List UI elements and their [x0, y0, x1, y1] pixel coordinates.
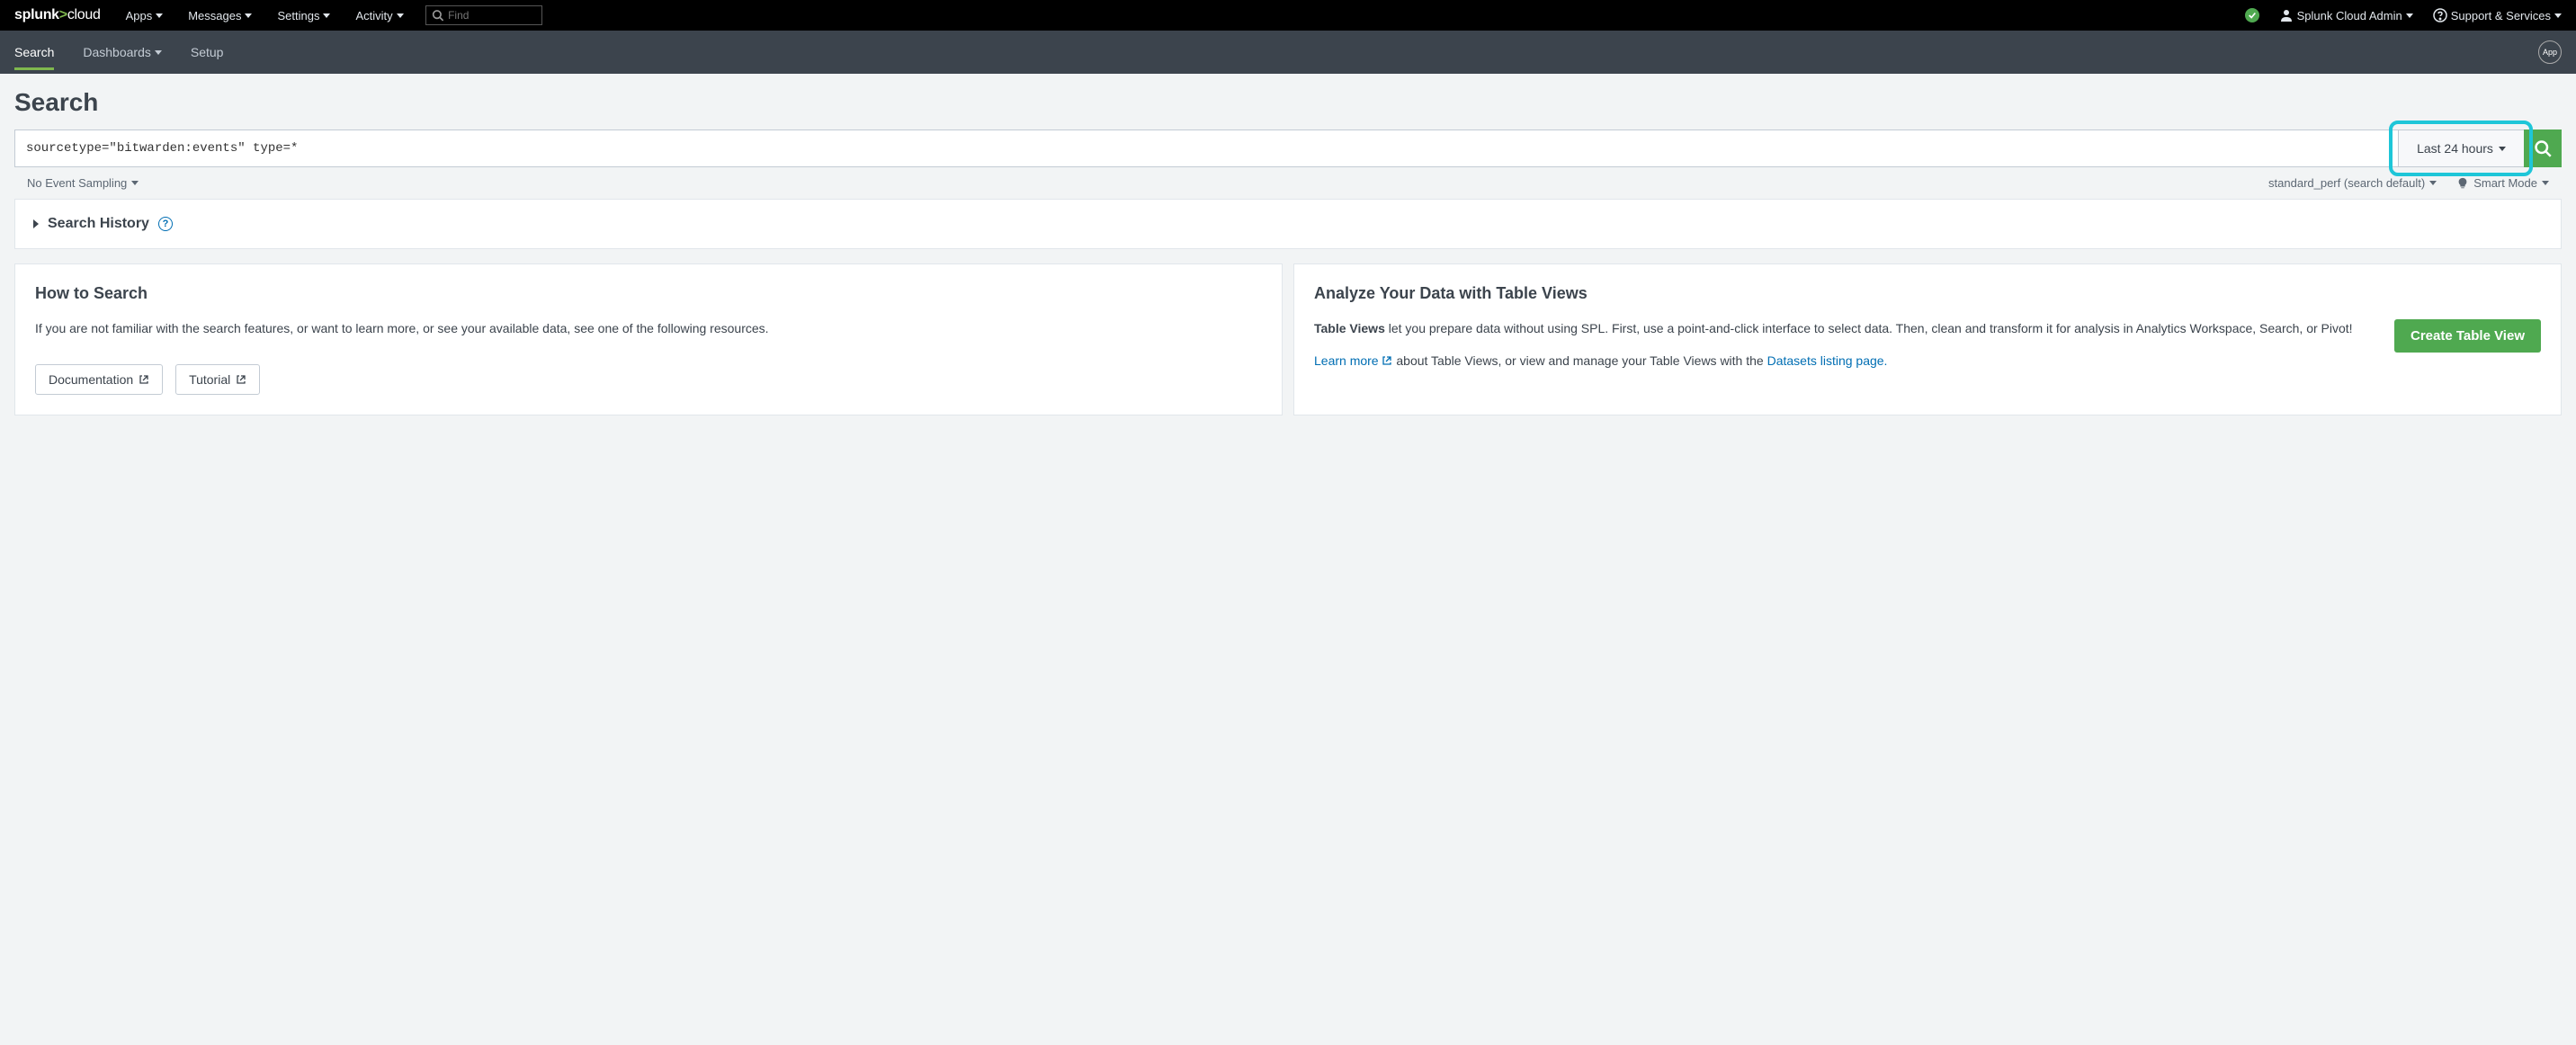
subnav-dashboards[interactable]: Dashboards	[83, 34, 162, 70]
datasets-link[interactable]: Datasets listing page.	[1767, 353, 1888, 368]
caret-down-icon	[2499, 147, 2506, 151]
nav-settings-label: Settings	[277, 9, 319, 22]
external-link-icon	[236, 374, 246, 385]
search-mode-dropdown[interactable]: Smart Mode	[2456, 176, 2549, 190]
search-query-input[interactable]: sourcetype="bitwarden:events" type=*	[14, 130, 2398, 167]
caret-down-icon	[155, 50, 162, 55]
table-views-title: Analyze Your Data with Table Views	[1314, 284, 2541, 303]
documentation-button[interactable]: Documentation	[35, 364, 163, 395]
logo-chevron: >	[59, 7, 67, 22]
search-history-title: Search History	[48, 216, 149, 232]
tutorial-button[interactable]: Tutorial	[175, 364, 260, 395]
caret-down-icon	[131, 181, 139, 185]
search-bar: sourcetype="bitwarden:events" type=* Las…	[14, 130, 2562, 167]
subnav-setup-label: Setup	[191, 45, 224, 59]
caret-down-icon	[323, 13, 330, 18]
caret-down-icon	[2554, 13, 2562, 18]
help-icon[interactable]: ?	[158, 217, 173, 231]
user-menu[interactable]: Splunk Cloud Admin	[2279, 8, 2413, 22]
how-to-search-card: How to Search If you are not familiar wi…	[14, 263, 1283, 415]
sub-bar: Search Dashboards Setup App	[0, 31, 2576, 74]
search-icon	[2534, 139, 2552, 157]
search-mode-label: Smart Mode	[2473, 176, 2537, 190]
nav-activity-label: Activity	[355, 9, 392, 22]
page-title: Search	[14, 88, 2562, 117]
nav-messages-label: Messages	[188, 9, 241, 22]
workload-label: standard_perf (search default)	[2268, 176, 2425, 190]
time-range-dropdown[interactable]: Last 24 hours	[2398, 130, 2524, 167]
top-nav: Apps Messages Settings Activity	[126, 9, 404, 22]
subnav-search[interactable]: Search	[14, 34, 54, 70]
search-history-card[interactable]: Search History ?	[14, 199, 2562, 249]
subnav-setup[interactable]: Setup	[191, 34, 224, 70]
subnav-search-label: Search	[14, 45, 54, 59]
table-views-bold: Table Views	[1314, 321, 1385, 335]
table-views-body1: Table Views let you prepare data without…	[1314, 319, 2376, 339]
find-input[interactable]	[448, 9, 536, 22]
table-views-card: Analyze Your Data with Table Views Table…	[1293, 263, 2562, 415]
topbar-right: Splunk Cloud Admin Support & Services	[2245, 8, 2562, 22]
support-label: Support & Services	[2451, 9, 2551, 22]
nav-apps[interactable]: Apps	[126, 9, 164, 22]
logo-text-suffix: cloud	[67, 7, 101, 22]
nav-apps-label: Apps	[126, 9, 153, 22]
status-ok-icon[interactable]	[2245, 8, 2259, 22]
external-link-icon	[139, 374, 149, 385]
caret-down-icon	[397, 13, 404, 18]
table-views-body2: Learn more about Table Views, or view an…	[1314, 352, 2376, 371]
create-table-view-button[interactable]: Create Table View	[2394, 319, 2541, 353]
find-box[interactable]	[425, 5, 542, 25]
workload-dropdown[interactable]: standard_perf (search default)	[2268, 176, 2437, 190]
search-icon	[432, 8, 443, 22]
caret-down-icon	[156, 13, 163, 18]
user-icon	[2279, 8, 2294, 22]
search-submit-button[interactable]	[2524, 130, 2562, 167]
tutorial-label: Tutorial	[189, 372, 230, 387]
documentation-label: Documentation	[49, 372, 133, 387]
table-views-body2-mid: about Table Views, or view and manage yo…	[1396, 353, 1767, 368]
table-views-body1-text: let you prepare data without using SPL. …	[1385, 321, 2353, 335]
nav-messages[interactable]: Messages	[188, 9, 252, 22]
how-to-body: If you are not familiar with the search …	[35, 319, 1262, 339]
top-bar: splunk>cloud Apps Messages Settings Acti…	[0, 0, 2576, 31]
caret-down-icon	[245, 13, 252, 18]
user-label: Splunk Cloud Admin	[2297, 9, 2402, 22]
caret-down-icon	[2542, 181, 2549, 185]
how-to-title: How to Search	[35, 284, 1262, 303]
nav-settings[interactable]: Settings	[277, 9, 330, 22]
lightbulb-icon	[2456, 177, 2469, 190]
app-badge[interactable]: App	[2538, 40, 2562, 64]
learn-more-link[interactable]: Learn more	[1314, 353, 1396, 368]
subnav-dashboards-label: Dashboards	[83, 45, 151, 59]
info-cards-row: How to Search If you are not familiar wi…	[14, 263, 2562, 415]
time-range-label: Last 24 hours	[2417, 141, 2493, 156]
caret-down-icon	[2429, 181, 2437, 185]
support-menu[interactable]: Support & Services	[2433, 8, 2562, 22]
chevron-right-icon	[33, 219, 39, 228]
learn-more-label: Learn more	[1314, 353, 1379, 368]
nav-activity[interactable]: Activity	[355, 9, 403, 22]
sub-nav: Search Dashboards Setup	[14, 34, 223, 70]
help-icon	[2433, 8, 2447, 22]
event-sampling-dropdown[interactable]: No Event Sampling	[27, 176, 139, 190]
search-options-row: No Event Sampling standard_perf (search …	[14, 167, 2562, 199]
app-badge-label: App	[2543, 48, 2557, 57]
event-sampling-label: No Event Sampling	[27, 176, 127, 190]
page-body: Search sourcetype="bitwarden:events" typ…	[0, 74, 2576, 430]
logo-text-prefix: splunk	[14, 7, 59, 22]
logo: splunk>cloud	[14, 7, 101, 23]
external-link-icon	[1382, 355, 1392, 366]
create-table-view-label: Create Table View	[2411, 328, 2525, 344]
search-query-text: sourcetype="bitwarden:events" type=*	[26, 141, 298, 156]
caret-down-icon	[2406, 13, 2413, 18]
